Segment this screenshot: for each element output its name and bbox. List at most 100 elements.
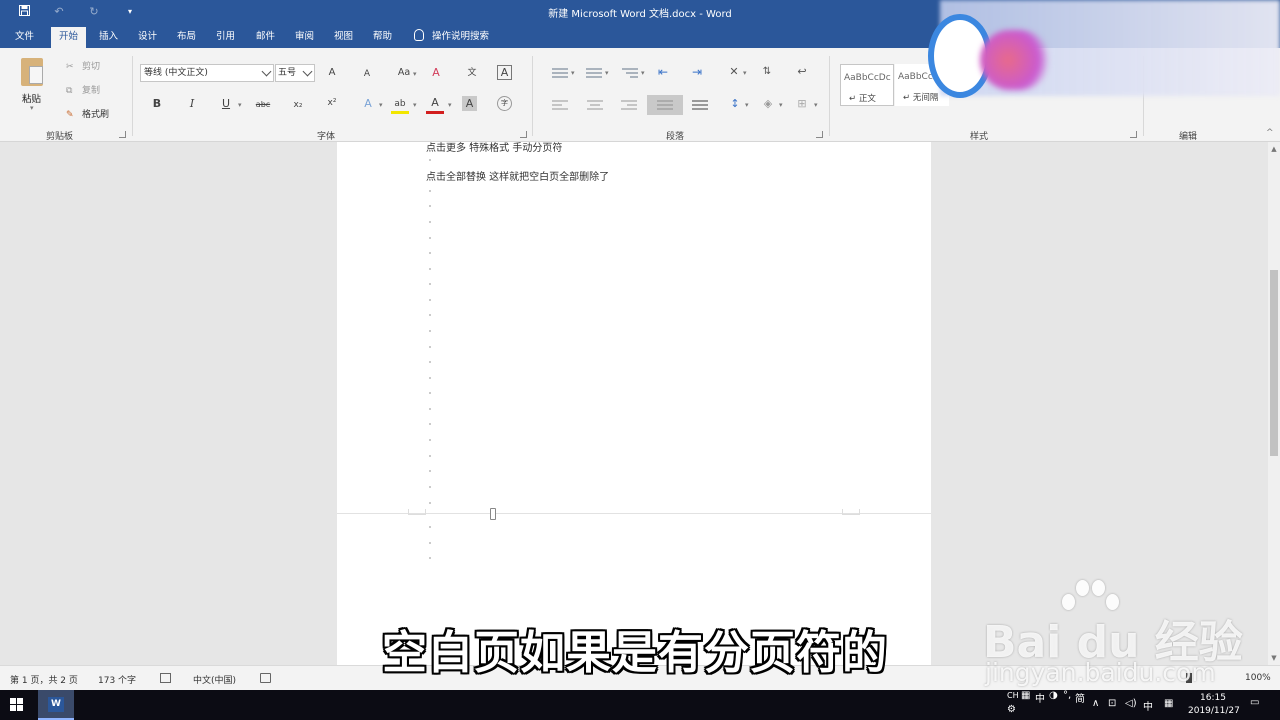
decrease-indent-icon[interactable]: ⇤ (654, 64, 672, 80)
show-marks-icon[interactable]: ↩ (793, 64, 811, 80)
scroll-down-icon[interactable]: ▼ (1270, 654, 1278, 662)
underline-dropdown-icon[interactable]: ▾ (238, 101, 242, 109)
font-launcher-icon[interactable] (520, 131, 527, 138)
zoom-level[interactable]: 100% (1245, 673, 1271, 683)
multilevel-list-button[interactable] (622, 68, 638, 80)
input-language[interactable]: 中 (1143, 698, 1153, 713)
keyboard-grid-icon[interactable]: ▦ (1021, 690, 1030, 701)
tab-insert[interactable]: 插入 (91, 27, 126, 48)
numbering-button[interactable] (586, 68, 602, 80)
word-taskbar-button[interactable]: W (38, 690, 74, 720)
ime-indicator[interactable]: CH (1007, 691, 1019, 700)
proofing-icon[interactable] (160, 673, 171, 683)
change-case-button[interactable]: Aa (393, 65, 415, 81)
italic-button[interactable]: I (183, 96, 201, 112)
subscript-button[interactable]: x₂ (289, 97, 307, 113)
clipboard-launcher-icon[interactable] (119, 131, 126, 138)
tab-mailings[interactable]: 邮件 (248, 27, 283, 48)
shading-dropdown-icon[interactable]: ▾ (779, 101, 783, 109)
brush-icon: ✎ (66, 110, 74, 120)
tray-up-icon[interactable]: ∧ (1092, 698, 1099, 709)
grow-font-button[interactable]: A (323, 65, 341, 81)
align-right-button[interactable] (621, 100, 637, 112)
character-border-button[interactable]: A (497, 65, 512, 80)
multilevel-dropdown-icon[interactable]: ▾ (641, 69, 645, 77)
strikethrough-button[interactable]: abc (252, 97, 274, 113)
bullets-button[interactable] (552, 68, 568, 80)
distributed-button[interactable] (692, 100, 708, 112)
punctuation-icon[interactable]: °, (1063, 690, 1071, 701)
text-effects-dropdown-icon[interactable]: ▾ (379, 101, 383, 109)
line-spacing-icon[interactable]: ↕ (726, 96, 744, 112)
character-shading-button[interactable]: A (462, 96, 477, 111)
highlight-button[interactable]: ab (391, 96, 409, 114)
chinese-layout-dropdown-icon[interactable]: ▾ (743, 69, 747, 77)
highlight-dropdown-icon[interactable]: ▾ (413, 101, 417, 109)
clock-date[interactable]: 2019/11/27 (1188, 706, 1240, 716)
sort-icon[interactable]: ⇅ (758, 64, 776, 80)
grid-input-icon[interactable]: ▦ (1164, 698, 1173, 709)
enclose-characters-button[interactable]: 字 (497, 96, 512, 111)
volume-icon[interactable]: ◁) (1125, 698, 1137, 709)
bullets-dropdown-icon[interactable]: ▾ (571, 69, 575, 77)
increase-indent-icon[interactable]: ⇥ (688, 64, 706, 80)
language-status[interactable]: 中文(中国) (193, 673, 236, 686)
clock-time[interactable]: 16:15 (1200, 693, 1226, 703)
tab-file[interactable]: 文件 (7, 27, 42, 48)
align-center-button[interactable] (587, 100, 603, 112)
font-color-dropdown-icon[interactable]: ▾ (448, 101, 452, 109)
styles-launcher-icon[interactable] (1130, 131, 1137, 138)
clear-format-button[interactable]: A (427, 65, 445, 81)
ime-mode[interactable]: 中 (1035, 690, 1045, 705)
tab-help[interactable]: 帮助 (365, 27, 400, 48)
tell-me-search[interactable]: 操作说明搜索 (414, 29, 489, 45)
scroll-up-icon[interactable]: ▲ (1270, 145, 1278, 153)
format-painter-button[interactable]: ✎ 格式刷 (66, 107, 109, 120)
half-width-icon[interactable]: ◑ (1049, 690, 1058, 701)
text-effects-button[interactable]: A (359, 96, 377, 112)
vertical-scrollbar[interactable]: ▲ ▼ (1268, 142, 1280, 665)
settings-gear-icon[interactable]: ⚙ (1007, 704, 1016, 715)
windows-start-icon[interactable] (10, 698, 24, 712)
style-normal[interactable]: AaBbCcDc ↵ 正文 (840, 64, 894, 106)
word-count[interactable]: 173 个字 (98, 673, 136, 686)
bold-button[interactable]: B (148, 96, 166, 112)
collapse-ribbon-icon[interactable]: ^ (1266, 128, 1274, 138)
chevron-down-icon (302, 66, 313, 77)
page-count[interactable]: 第 1 页，共 2 页 (10, 673, 78, 686)
paste-button[interactable]: 粘贴 (22, 91, 41, 105)
line-spacing-dropdown-icon[interactable]: ▾ (745, 101, 749, 109)
ime-simplified[interactable]: 简 (1075, 690, 1085, 705)
scroll-thumb[interactable] (1270, 270, 1278, 456)
notification-icon[interactable]: ▭ (1250, 697, 1259, 708)
tab-view[interactable]: 视图 (326, 27, 361, 48)
macro-record-icon[interactable] (260, 673, 271, 683)
tab-design[interactable]: 设计 (130, 27, 165, 48)
font-color-button[interactable]: A (426, 95, 444, 114)
font-name-dropdown[interactable]: 等线 (中文正文) (140, 64, 274, 82)
phonetic-guide-button[interactable]: 文 (463, 65, 481, 81)
tab-layout[interactable]: 布局 (169, 27, 204, 48)
numbering-dropdown-icon[interactable]: ▾ (605, 69, 609, 77)
document-page[interactable]: 点击更多 特殊格式 手动分页符 点击全部替换 这样就把空白页全部删除了 (337, 142, 931, 665)
copy-button[interactable]: ⧉ 复制 (66, 83, 100, 96)
blurred-blob (980, 30, 1050, 90)
cut-button[interactable]: ✂ 剪切 (66, 59, 100, 72)
paragraph-launcher-icon[interactable] (816, 131, 823, 138)
shading-bucket-icon[interactable]: ◈ (759, 96, 777, 112)
paste-icon[interactable] (21, 58, 43, 86)
tab-references[interactable]: 引用 (208, 27, 243, 48)
borders-icon[interactable]: ⊞ (793, 96, 811, 112)
superscript-button[interactable]: x² (323, 95, 341, 111)
borders-dropdown-icon[interactable]: ▾ (814, 101, 818, 109)
underline-button[interactable]: U (217, 96, 235, 112)
network-icon[interactable]: ⊡ (1108, 698, 1116, 709)
chinese-layout-icon[interactable]: ✕ (725, 64, 743, 80)
change-case-dropdown-icon[interactable]: ▾ (413, 70, 417, 78)
tab-review[interactable]: 审阅 (287, 27, 322, 48)
shrink-font-button[interactable]: A (358, 66, 376, 82)
align-left-button[interactable] (552, 100, 568, 112)
font-size-dropdown[interactable]: 五号 (275, 64, 315, 82)
paste-dropdown-icon[interactable]: ▾ (30, 104, 34, 112)
tab-home[interactable]: 开始 (51, 27, 87, 48)
